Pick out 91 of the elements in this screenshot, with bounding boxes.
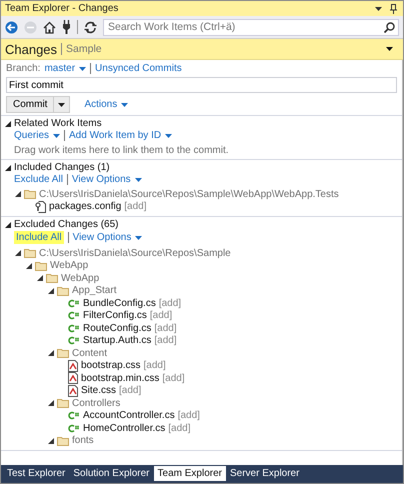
folder-label[interactable]: C:\Users\IrisDaniela\Source\Repos\Sample (39, 248, 231, 259)
css-file-icon (68, 384, 78, 397)
tab[interactable]: Test Explorer (3, 466, 70, 481)
folder-icon (35, 260, 47, 271)
commit-message-field[interactable]: First commit (6, 77, 397, 93)
folder-icon (57, 286, 69, 296)
file-label[interactable]: packages.config (49, 201, 122, 212)
folder-label[interactable]: fonts (72, 435, 94, 446)
search-field[interactable]: Search Work Items (Ctrl+ä) (103, 18, 399, 36)
folder-icon (24, 189, 36, 200)
window-title: Team Explorer - Changes (5, 3, 118, 14)
folder-icon (57, 436, 69, 446)
unsynced-commits-link[interactable]: Unsynced Commits (95, 63, 182, 74)
change-tag: [add] (178, 410, 200, 422)
folder-icon (57, 348, 69, 358)
change-tag: [add] (119, 385, 142, 396)
expanded-triangle-icon[interactable] (48, 288, 54, 294)
caret-icon (121, 102, 128, 106)
change-tag: [add] (150, 310, 172, 322)
change-tag: [add] (143, 360, 166, 372)
file-label[interactable]: RouteConfig.cs (83, 322, 152, 334)
expanded-triangle-icon[interactable] (48, 438, 54, 444)
change-tag: [add] (154, 335, 177, 346)
section-title[interactable]: Related Work Items (14, 118, 102, 129)
file-label[interactable]: BundleConfig.cs (83, 298, 156, 309)
change-tag: [add] (124, 201, 147, 212)
section-link[interactable]: View Options (72, 174, 142, 185)
css-file-icon (68, 372, 78, 384)
section-link[interactable]: Exclude All (14, 174, 63, 185)
section-title[interactable]: Excluded Changes (65) (14, 219, 119, 230)
page-title: Changes (5, 42, 58, 56)
back-icon[interactable] (5, 20, 18, 34)
actions-menu[interactable]: Actions (84, 99, 128, 110)
search-icon[interactable] (384, 22, 395, 32)
expanded-triangle-icon[interactable] (37, 275, 43, 282)
file-label[interactable]: bootstrap.css (81, 360, 140, 372)
change-tag: [add] (168, 422, 191, 434)
csharp-file-icon (68, 336, 80, 346)
csharp-file-icon (68, 311, 80, 320)
change-tag: [add] (154, 322, 177, 334)
folder-icon (46, 273, 58, 284)
config-file-icon (35, 200, 46, 213)
tab[interactable]: Server Explorer (226, 466, 304, 481)
expanded-triangle-icon[interactable] (48, 400, 54, 406)
folder-icon (57, 398, 69, 408)
section-link[interactable]: Queries (14, 130, 60, 141)
section-title[interactable]: Included Changes (1) (14, 162, 110, 173)
plug-icon[interactable] (62, 20, 71, 34)
folder-icon (24, 248, 36, 258)
expanded-triangle-icon[interactable] (5, 120, 11, 126)
folder-label[interactable]: C:\Users\IrisDaniela\Source\Repos\Sample\WebApp\WebApp.Tests (39, 188, 339, 200)
expanded-triangle-icon[interactable] (15, 250, 21, 256)
folder-label[interactable]: Controllers (72, 398, 120, 409)
expanded-triangle-icon[interactable] (26, 262, 32, 269)
hint-text: Drag work items here to link them to the commit. (13, 145, 230, 156)
change-tag: [add] (162, 372, 185, 384)
caret-icon (79, 66, 86, 70)
folder-label[interactable]: WebApp (50, 260, 88, 272)
repository-name: Sample (66, 43, 102, 55)
folder-label[interactable]: Content (72, 348, 108, 359)
section-link[interactable]: Add Work Item by ID (69, 130, 172, 141)
folder-label[interactable]: WebApp (61, 272, 100, 284)
refresh-icon[interactable] (84, 20, 97, 34)
tab[interactable]: Solution Explorer (69, 466, 154, 481)
caret-icon (58, 102, 66, 106)
branch-label: Branch: (6, 63, 40, 74)
tab[interactable]: Team Explorer (154, 466, 226, 481)
file-label[interactable]: AccountController.cs (83, 410, 175, 422)
csharp-file-icon (68, 424, 80, 433)
file-label[interactable]: bootstrap.min.css (81, 372, 160, 384)
csharp-file-icon (68, 298, 80, 308)
file-label[interactable]: Site.css (81, 385, 116, 396)
expanded-triangle-icon[interactable] (15, 191, 21, 198)
file-label[interactable]: FilterConfig.cs (83, 310, 147, 322)
folder-label[interactable]: App_Start (72, 285, 116, 296)
dropdown-icon[interactable] (386, 47, 393, 51)
change-tag: [add] (158, 298, 182, 309)
expanded-triangle-icon[interactable] (5, 164, 11, 170)
file-label[interactable]: HomeController.cs (83, 422, 166, 434)
expanded-triangle-icon[interactable] (5, 222, 11, 228)
dropdown-icon[interactable] (375, 6, 382, 10)
home-icon[interactable] (43, 20, 56, 34)
file-label[interactable]: Startup.Auth.cs (83, 335, 152, 346)
expanded-triangle-icon[interactable] (48, 350, 54, 356)
branch-dropdown[interactable]: master (44, 63, 86, 74)
csharp-file-icon (68, 411, 80, 420)
pin-icon[interactable] (390, 4, 397, 14)
section-link[interactable]: Include All (14, 231, 64, 244)
section-link[interactable]: View Options (72, 232, 142, 243)
csharp-file-icon (68, 324, 80, 333)
css-file-icon (68, 360, 78, 372)
